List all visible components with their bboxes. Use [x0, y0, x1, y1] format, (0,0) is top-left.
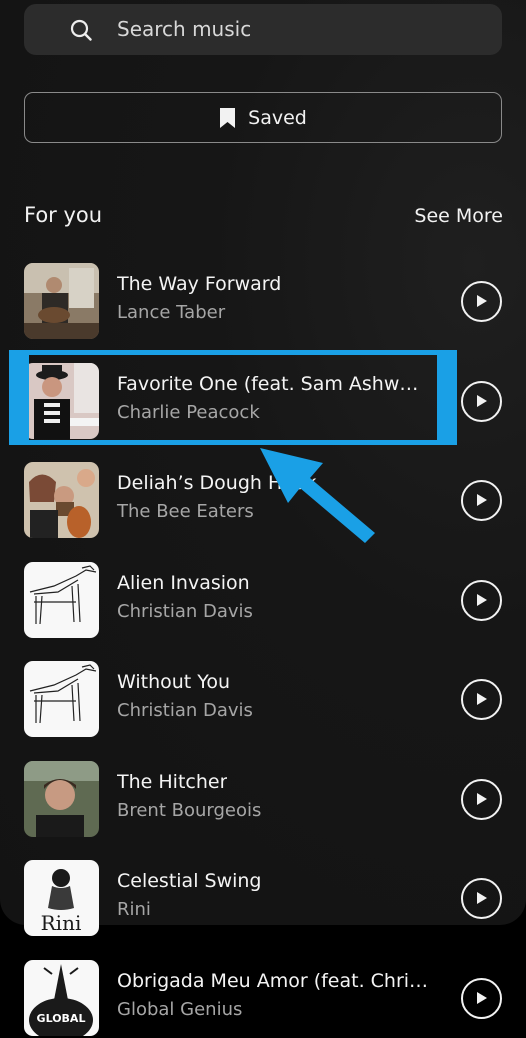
play-icon — [477, 991, 487, 1004]
track-title: Celestial Swing — [117, 870, 262, 892]
track-row[interactable]: Without You Christian Davis — [0, 661, 526, 739]
play-button[interactable] — [461, 579, 502, 621]
track-row[interactable]: GLOBAL Obrigada Meu Amor (feat. Chri… Glob… — [0, 959, 526, 1038]
track-artist: Christian Davis — [117, 700, 253, 721]
track-artist: Charlie Peacock — [117, 401, 260, 423]
play-icon — [477, 295, 487, 307]
track-artist: Christian Davis — [117, 600, 253, 622]
see-more-link[interactable]: See More — [414, 205, 503, 227]
track-row[interactable]: The Way Forward Lance Taber — [0, 263, 526, 341]
play-button[interactable] — [461, 480, 502, 521]
track-title: The Way Forward — [117, 273, 282, 295]
track-title: Without You — [117, 671, 231, 693]
track-artist: Rini — [117, 899, 151, 920]
track-title: Favorite One (feat. Sam Ashw… — [117, 372, 419, 395]
track-artist: Global Genius — [117, 998, 243, 1020]
album-art — [24, 462, 99, 538]
track-title: Deliah’s Dough Hook — [117, 472, 317, 494]
svg-text:GLOBAL: GLOBAL — [37, 1012, 86, 1025]
search-placeholder: Search music — [117, 17, 252, 41]
album-art — [24, 561, 99, 638]
saved-label: Saved — [248, 106, 307, 129]
rini-logo-text: Rini — [41, 911, 82, 935]
album-art — [24, 362, 99, 439]
track-row[interactable]: Alien Invasion Christian Davis — [0, 561, 526, 640]
track-artist: Lance Taber — [117, 302, 226, 323]
search-input[interactable]: Search music — [24, 4, 502, 55]
play-button[interactable] — [461, 977, 502, 1019]
track-artist: The Bee Eaters — [117, 501, 254, 522]
play-icon — [477, 792, 487, 805]
play-button[interactable] — [461, 778, 502, 820]
album-art: Rini — [24, 860, 99, 936]
play-icon — [477, 693, 487, 705]
play-icon — [477, 892, 487, 904]
track-title: The Hitcher — [117, 770, 228, 793]
section-title: For you — [24, 203, 103, 227]
play-button[interactable] — [461, 679, 502, 720]
play-icon — [477, 394, 487, 407]
track-title: Alien Invasion — [117, 571, 250, 594]
play-icon — [477, 593, 487, 606]
track-row[interactable]: The Hitcher Brent Bourgeois — [0, 760, 526, 839]
bookmark-icon — [220, 107, 236, 128]
play-icon — [477, 494, 487, 506]
track-row[interactable]: Favorite One (feat. Sam Ashw… Charlie Pea… — [0, 362, 526, 441]
track-row[interactable]: Rini Celestial Swing Rini — [0, 860, 526, 938]
album-art — [24, 760, 99, 837]
saved-button[interactable]: Saved — [24, 92, 502, 143]
play-button[interactable] — [461, 281, 502, 322]
track-artist: Brent Bourgeois — [117, 799, 262, 821]
play-button[interactable] — [461, 380, 502, 422]
track-row[interactable]: Deliah’s Dough Hook The Bee Eaters — [0, 462, 526, 540]
album-art — [24, 661, 99, 737]
album-art — [24, 263, 99, 339]
search-icon — [70, 19, 92, 41]
play-button[interactable] — [461, 878, 502, 919]
album-art: GLOBAL — [24, 959, 99, 1036]
track-title: Obrigada Meu Amor (feat. Chri… — [117, 969, 429, 992]
